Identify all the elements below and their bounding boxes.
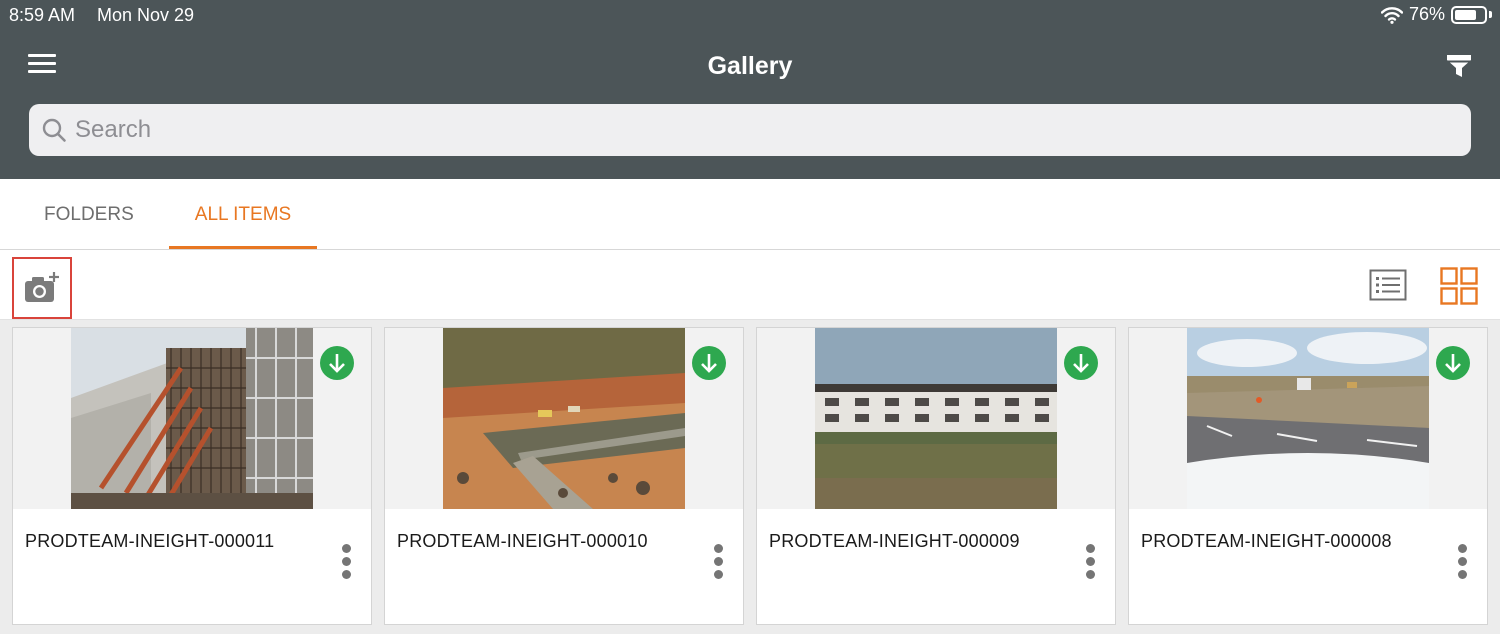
download-arrow-icon[interactable] xyxy=(1436,346,1470,380)
thumbnail-image[interactable] xyxy=(1187,328,1429,509)
item-name: PRODTEAM-INEIGHT-000009 xyxy=(769,531,1020,551)
list-view-icon[interactable] xyxy=(1369,269,1407,301)
grid-view-icon[interactable] xyxy=(1440,267,1478,305)
status-time: 8:59 AM xyxy=(9,5,76,25)
camera-plus-icon xyxy=(25,272,59,302)
battery-percent: 76% xyxy=(1408,4,1445,24)
gallery-toolbar xyxy=(0,250,1500,320)
status-date: Mon Nov 29 xyxy=(97,5,195,25)
search-input[interactable] xyxy=(75,116,1455,144)
item-name: PRODTEAM-INEIGHT-000010 xyxy=(397,531,648,551)
search-icon xyxy=(42,118,66,142)
item-name: PRODTEAM-INEIGHT-000011 xyxy=(25,531,275,551)
download-arrow-icon[interactable] xyxy=(320,346,354,380)
vertical-ellipsis-icon[interactable] xyxy=(1447,540,1477,580)
tab-folders[interactable]: FOLDERS xyxy=(44,179,134,249)
download-arrow-icon[interactable] xyxy=(692,346,726,380)
thumbnail-area xyxy=(1129,328,1487,509)
item-name: PRODTEAM-INEIGHT-000008 xyxy=(1141,531,1392,551)
vertical-ellipsis-icon[interactable] xyxy=(703,540,733,580)
gallery-item-card[interactable]: PRODTEAM-INEIGHT-000008 xyxy=(1128,327,1488,625)
thumbnail-area xyxy=(757,328,1115,509)
gallery-item-card[interactable]: PRODTEAM-INEIGHT-000011 xyxy=(12,327,372,625)
tab-all-items[interactable]: ALL ITEMS xyxy=(169,179,317,249)
gallery-grid: PRODTEAM-INEIGHT-000011 PRODTEAM-INEIGHT… xyxy=(0,320,1500,634)
gallery-item-card[interactable]: PRODTEAM-INEIGHT-000010 xyxy=(384,327,744,625)
download-arrow-icon[interactable] xyxy=(1064,346,1098,380)
add-photo-button[interactable] xyxy=(12,257,72,319)
thumbnail-area xyxy=(13,328,371,509)
battery-icon xyxy=(1451,5,1487,24)
thumbnail-image[interactable] xyxy=(443,328,685,509)
status-indicators: 76% xyxy=(1380,4,1492,25)
vertical-ellipsis-icon[interactable] xyxy=(331,540,361,580)
thumbnail-area xyxy=(385,328,743,509)
tab-bar: FOLDERS ALL ITEMS xyxy=(0,179,1500,250)
thumbnail-image[interactable] xyxy=(71,328,313,509)
status-bar: 8:59 AM Mon Nov 29 76% xyxy=(0,0,1500,30)
filter-icon[interactable] xyxy=(1444,52,1474,80)
gallery-item-card[interactable]: PRODTEAM-INEIGHT-000009 xyxy=(756,327,1116,625)
page-title: Gallery xyxy=(707,52,793,80)
vertical-ellipsis-icon[interactable] xyxy=(1075,540,1105,580)
wifi-icon xyxy=(1380,6,1403,24)
thumbnail-image[interactable] xyxy=(815,328,1057,509)
battery-level xyxy=(1455,9,1476,20)
search-bar[interactable] xyxy=(29,104,1471,156)
app-header: 8:59 AM Mon Nov 29 76% Gallery xyxy=(0,0,1500,179)
battery-cap xyxy=(1489,11,1492,18)
